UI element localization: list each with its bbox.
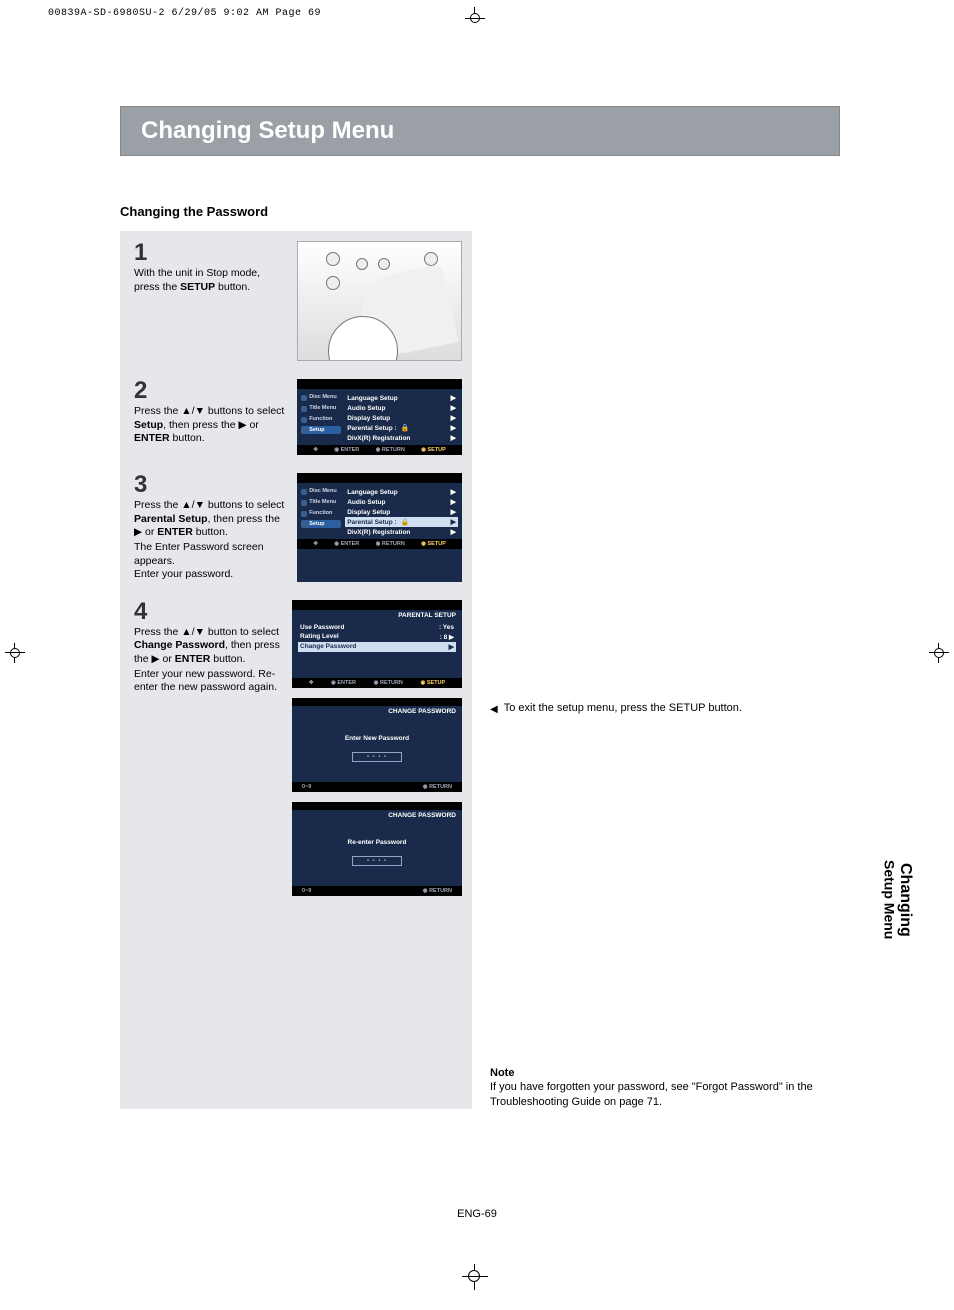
menu-audio: Audio Setup▶ <box>345 403 458 413</box>
step-1: 1 With the unit in Stop mode, press the … <box>134 241 462 361</box>
step-text: Press the ▲/▼ buttons to select <box>134 499 284 511</box>
step-text-bold: ENTER <box>157 526 193 538</box>
side-disc: Disc Menu <box>301 487 341 495</box>
osd-title: CHANGE PASSWORD <box>292 810 462 821</box>
numpad-hint: 0~9 <box>302 784 311 790</box>
crop-mark-left <box>2 640 28 666</box>
menu-divx: DivX(R) Registration▶ <box>345 433 458 443</box>
step-number: 4 <box>134 600 282 624</box>
side-function: Function <box>301 509 341 517</box>
crop-mark-right <box>926 640 952 666</box>
side-setup: Setup <box>301 520 341 528</box>
password-field: - - - - <box>352 856 402 866</box>
step-text: Press the ▲/▼ buttons to select <box>134 405 284 417</box>
step-text-bold: ENTER <box>175 653 211 665</box>
step-text: Enter your password. <box>134 568 287 582</box>
step-text: Enter your new password. Re-enter the ne… <box>134 668 282 695</box>
step-text: button. <box>210 653 245 665</box>
step-text-bold: SETUP <box>180 281 215 293</box>
exit-note-text: To exit the setup menu, press the SETUP … <box>504 701 742 716</box>
menu-display: Display Setup▶ <box>345 413 458 423</box>
step-text: button. <box>170 432 205 444</box>
side-tab-line1: Changing <box>897 863 914 937</box>
side-function: Function <box>301 415 341 423</box>
prompt-reenter: Re-enter Password <box>292 821 462 852</box>
footer-return: ◉ RETURN <box>423 888 452 894</box>
step-text-bold: Change Password <box>134 639 225 651</box>
osd-reenter-password: CHANGE PASSWORD Re-enter Password - - - … <box>292 802 462 896</box>
prompt-enter-new: Enter New Password <box>292 717 462 748</box>
step-number: 3 <box>134 473 287 497</box>
side-setup: Setup <box>301 426 341 434</box>
lock-icon: 🔒 <box>401 425 410 432</box>
remote-illustration <box>297 241 462 361</box>
page-title-bar: Changing Setup Menu <box>120 106 840 156</box>
crop-mark-bottom <box>460 1262 490 1292</box>
footer-return: ◉ RETURN <box>376 541 405 547</box>
triangle-left-icon: ◀ <box>490 703 498 716</box>
osd-title: CHANGE PASSWORD <box>292 706 462 717</box>
side-tab: Changing Setup Menu <box>881 860 914 939</box>
step-text: Press the ▲/▼ button to select <box>134 626 279 638</box>
row-use-password: Use Password: Yes <box>298 623 456 632</box>
steps-column: 1 With the unit in Stop mode, press the … <box>120 231 472 1109</box>
menu-divx: DivX(R) Registration▶ <box>345 527 458 537</box>
osd-parental-setup: PARENTAL SETUP Use Password: Yes Rating … <box>292 600 462 688</box>
step-number: 1 <box>134 241 287 265</box>
section-subheading: Changing the Password <box>120 204 840 219</box>
side-title: Title Menu <box>301 498 341 506</box>
footer-setup: ◉ SETUP <box>421 680 446 686</box>
footer-enter: ◉ ENTER <box>331 680 356 686</box>
osd-enter-new-password: CHANGE PASSWORD Enter New Password - - -… <box>292 698 462 792</box>
step-number: 2 <box>134 379 287 403</box>
numpad-hint: 0~9 <box>302 888 311 894</box>
step-4: 4 Press the ▲/▼ button to select Change … <box>134 600 462 896</box>
row-change-password: Change Password▶ <box>298 642 456 652</box>
password-field: - - - - <box>352 752 402 762</box>
dpad-icon: ✥ <box>309 680 314 686</box>
note-block: Note If you have forgotten your password… <box>490 1066 840 1109</box>
step-text-bold: Parental Setup <box>134 513 208 525</box>
print-header: 00839A-SD-6980SU-2 6/29/05 9:02 AM Page … <box>48 8 321 19</box>
step-text-bold: ENTER <box>134 432 170 444</box>
note-heading: Note <box>490 1066 840 1080</box>
menu-audio: Audio Setup▶ <box>345 497 458 507</box>
lock-icon: 🔒 <box>401 519 410 526</box>
footer-return: ◉ RETURN <box>376 447 405 453</box>
page-number: ENG-69 <box>0 1208 954 1220</box>
step-text: button. <box>215 281 250 293</box>
step-2: 2 Press the ▲/▼ buttons to select Setup,… <box>134 379 462 455</box>
step-3: 3 Press the ▲/▼ buttons to select Parent… <box>134 473 462 582</box>
menu-parental-selected: Parental Setup :🔒▶ <box>345 517 458 527</box>
side-disc: Disc Menu <box>301 393 341 401</box>
menu-parental: Parental Setup :🔒▶ <box>345 423 458 433</box>
step-text-bold: Setup <box>134 419 163 431</box>
crop-mark-top <box>460 6 490 20</box>
osd-parental-highlight: Disc Menu Title Menu Function Setup Lang… <box>297 473 462 582</box>
footer-return: ◉ RETURN <box>374 680 403 686</box>
footer-enter: ◉ ENTER <box>334 447 359 453</box>
side-title: Title Menu <box>301 404 341 412</box>
row-rating: Rating Level: 8 ▶ <box>298 632 456 642</box>
side-tab-line2: Setup Menu <box>881 860 897 939</box>
exit-note: ◀ To exit the setup menu, press the SETU… <box>490 701 840 716</box>
step-text: , then press the ▶ or <box>163 419 259 431</box>
menu-language: Language Setup▶ <box>345 487 458 497</box>
dpad-icon: ✥ <box>313 447 318 453</box>
osd-title: PARENTAL SETUP <box>292 610 462 621</box>
footer-setup: ◉ SETUP <box>421 541 446 547</box>
note-body: If you have forgotten your password, see… <box>490 1080 840 1109</box>
footer-setup: ◉ SETUP <box>421 447 446 453</box>
right-column: ◀ To exit the setup menu, press the SETU… <box>490 231 840 1109</box>
footer-return: ◉ RETURN <box>423 784 452 790</box>
dpad-icon: ✥ <box>313 541 318 547</box>
step-text: The Enter Password screen appears. <box>134 541 287 568</box>
step-text: button. <box>193 526 228 538</box>
osd-setup-menu: Disc Menu Title Menu Function Setup Lang… <box>297 379 462 455</box>
footer-enter: ◉ ENTER <box>334 541 359 547</box>
menu-language: Language Setup▶ <box>345 393 458 403</box>
menu-display: Display Setup▶ <box>345 507 458 517</box>
